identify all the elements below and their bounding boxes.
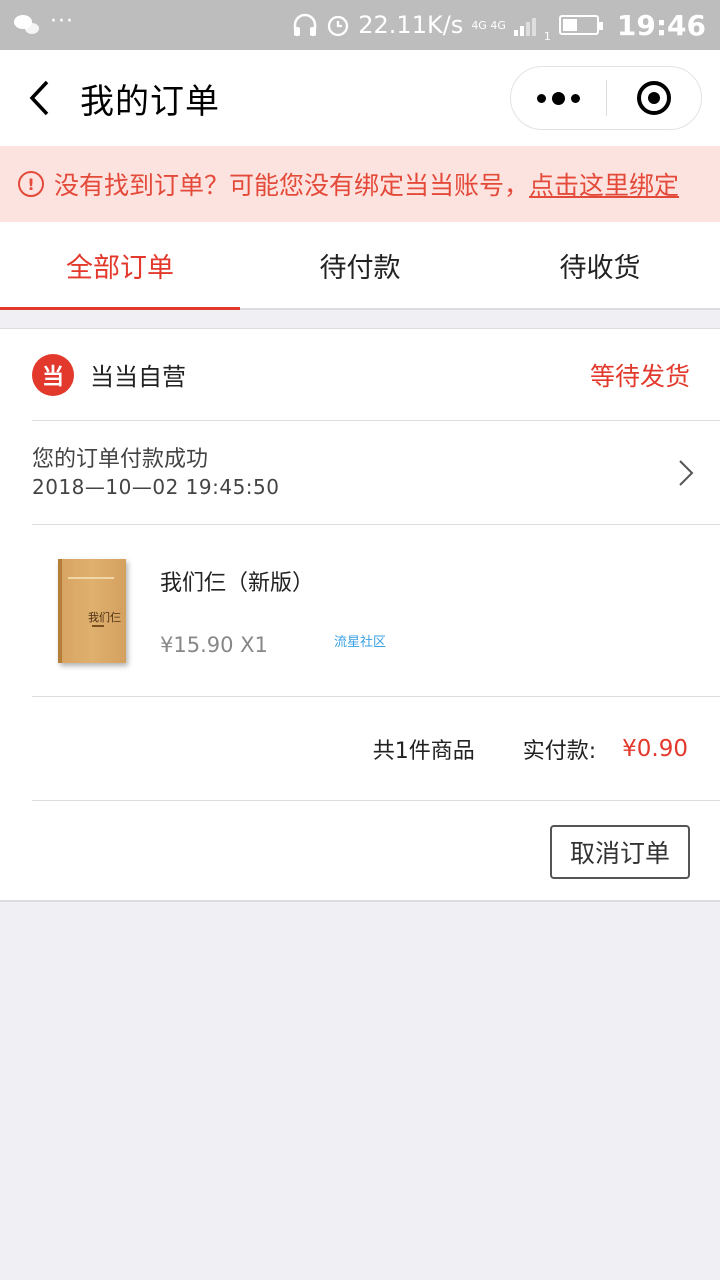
- more-notifications-icon: ···: [50, 8, 74, 34]
- dot-icon: [551, 91, 565, 105]
- chevron-left-icon: [29, 80, 49, 116]
- product-item[interactable]: 我们仨 我们仨（新版） ¥15.90 X1 流星社区: [32, 525, 720, 697]
- alarm-icon: [328, 15, 349, 37]
- order-card: 当 当当自营 等待发货 您的订单付款成功 2018—10—02 19:45:50…: [0, 328, 720, 902]
- battery-icon: [558, 15, 603, 35]
- close-mini-program-button[interactable]: [607, 66, 702, 130]
- product-name: 我们仨（新版）: [160, 571, 315, 596]
- tab-pending-payment[interactable]: 待付款: [240, 222, 480, 308]
- page-title: 我的订单: [80, 81, 220, 122]
- signal-icon: [513, 14, 536, 36]
- target-icon: [636, 81, 671, 115]
- dot-icon: [570, 93, 580, 103]
- navigation-bar: 我的订单: [0, 50, 720, 146]
- order-status: 等待发货: [589, 361, 690, 391]
- tab-all-orders[interactable]: 全部订单: [0, 222, 240, 310]
- mini-program-capsule: [510, 66, 702, 130]
- wechat-icon: [14, 15, 40, 35]
- shop-name: 当当自营: [90, 363, 186, 391]
- order-tabs: 全部订单 待付款 待收货: [0, 222, 720, 310]
- banner-message: 没有找到订单？可能您没有绑定当当账号，: [54, 171, 530, 200]
- payment-info-row[interactable]: 您的订单付款成功 2018—10—02 19:45:50: [32, 421, 720, 525]
- book-cover-image: 我们仨: [58, 559, 126, 663]
- dot-icon: [536, 93, 546, 103]
- cancel-order-button[interactable]: 取消订单: [550, 825, 690, 879]
- shop-header: 当 当当自营 等待发货: [32, 329, 720, 421]
- dangdang-logo-icon: 当: [32, 353, 74, 396]
- paid-label: 实付款:: [522, 738, 597, 764]
- payment-time: 2018—10—02 19:45:50: [32, 475, 280, 499]
- order-total-row: 共1件商品 实付款: ¥0.90: [32, 697, 720, 801]
- paid-amount: ¥0.90: [622, 735, 688, 762]
- item-count: 共1件商品: [372, 738, 475, 764]
- tab-pending-receipt[interactable]: 待收货: [480, 222, 720, 308]
- headphones-icon: [294, 13, 317, 36]
- sim-indicator: 1: [543, 29, 551, 43]
- book-cover-title: 我们仨: [88, 611, 121, 624]
- payment-message: 您的订单付款成功: [32, 447, 209, 472]
- clock: 19:46: [616, 8, 706, 42]
- status-bar: ··· 22.11K/s 4G 4G 1 19:46: [0, 0, 720, 50]
- product-price-quantity: ¥15.90 X1: [160, 633, 268, 657]
- warning-icon: !: [18, 171, 44, 197]
- more-button[interactable]: [511, 66, 606, 130]
- back-button[interactable]: [4, 50, 74, 146]
- network-speed: 22.11K/s: [358, 11, 464, 39]
- watermark-text: 流星社区: [334, 635, 387, 650]
- network-type-icon: 4G 4G: [471, 18, 506, 32]
- chevron-right-icon: [679, 460, 694, 486]
- bind-account-link[interactable]: 点击这里绑定: [529, 166, 679, 202]
- bind-account-banner: ! 没有找到订单？可能您没有绑定当当账号， 点击这里绑定: [0, 146, 720, 222]
